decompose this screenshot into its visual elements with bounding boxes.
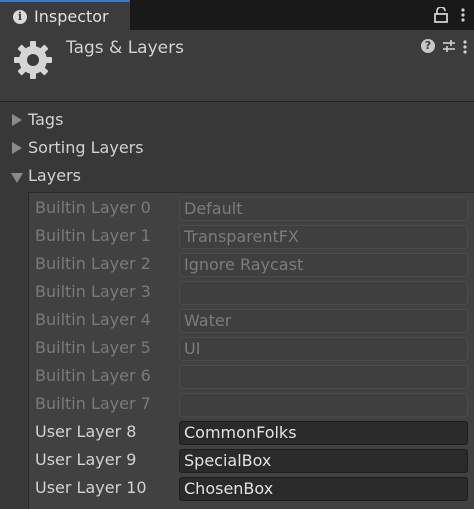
lock-icon[interactable] [434,7,448,23]
layer-name-field [179,281,468,305]
layer-row: Builtin Layer 4 Water [29,307,474,335]
collapsed-arrow-icon [12,142,22,154]
expanded-arrow-icon [11,173,23,183]
layer-name-field[interactable]: CommonFolks [179,421,468,445]
preset-sliders-icon[interactable] [442,39,456,53]
layer-label: Builtin Layer 7 [35,394,151,413]
layer-row: User Layer 10 ChosenBox [29,475,474,503]
layer-label: Builtin Layer 5 [35,338,151,357]
layer-name-field: Water [179,309,468,333]
layer-row: Builtin Layer 6 [29,363,474,391]
foldout-label: Sorting Layers [28,138,144,157]
inspector-header: Tags & Layers ? [0,30,474,102]
tab-bar: i Inspector [0,0,474,30]
layer-label: Builtin Layer 4 [35,310,151,329]
layers-list: Builtin Layer 0 Default Builtin Layer 1 … [28,192,474,509]
tab-title: Inspector [34,7,109,26]
more-menu-icon[interactable] [460,7,466,23]
layer-name-field [179,393,468,417]
foldout-label: Layers [28,166,81,185]
layer-name-field: UI [179,337,468,361]
layer-name-field: TransparentFX [179,225,468,249]
layer-name-field [179,365,468,389]
layer-row: Builtin Layer 3 [29,279,474,307]
layer-name-field[interactable]: ChosenBox [179,477,468,501]
layer-row: User Layer 8 CommonFolks [29,419,474,447]
foldout-layers[interactable]: Layers [0,162,474,190]
collapsed-arrow-icon [12,114,22,126]
layer-name-field: Default [179,197,468,221]
info-icon: i [13,10,27,24]
foldout-tags[interactable]: Tags [0,106,474,134]
foldout-sorting-layers[interactable]: Sorting Layers [0,134,474,162]
layer-name-field: Ignore Raycast [179,253,468,277]
layer-label: Builtin Layer 1 [35,226,151,245]
layer-row: Builtin Layer 1 TransparentFX [29,223,474,251]
layer-name-field[interactable]: SpecialBox [179,449,468,473]
layer-row: Builtin Layer 0 Default [29,195,474,223]
header-title: Tags & Layers [66,38,184,58]
layer-label: User Layer 8 [35,422,137,441]
tab-inspector[interactable]: i Inspector [0,0,130,30]
layer-row: User Layer 9 SpecialBox [29,447,474,475]
foldout-label: Tags [28,110,64,129]
layer-label: User Layer 9 [35,450,137,469]
settings-gear-icon [14,41,52,79]
component-menu-icon[interactable] [462,39,468,55]
layer-label: Builtin Layer 3 [35,282,151,301]
layer-label: Builtin Layer 6 [35,366,151,385]
layer-label: Builtin Layer 0 [35,198,151,217]
help-icon[interactable]: ? [421,39,435,53]
layer-row: Builtin Layer 2 Ignore Raycast [29,251,474,279]
layer-row: Builtin Layer 7 [29,391,474,419]
layer-row: Builtin Layer 5 UI [29,335,474,363]
layer-label: User Layer 10 [35,478,147,497]
inspector-body: Tags Sorting Layers Layers Builtin Layer… [0,102,474,509]
layer-label: Builtin Layer 2 [35,254,151,273]
